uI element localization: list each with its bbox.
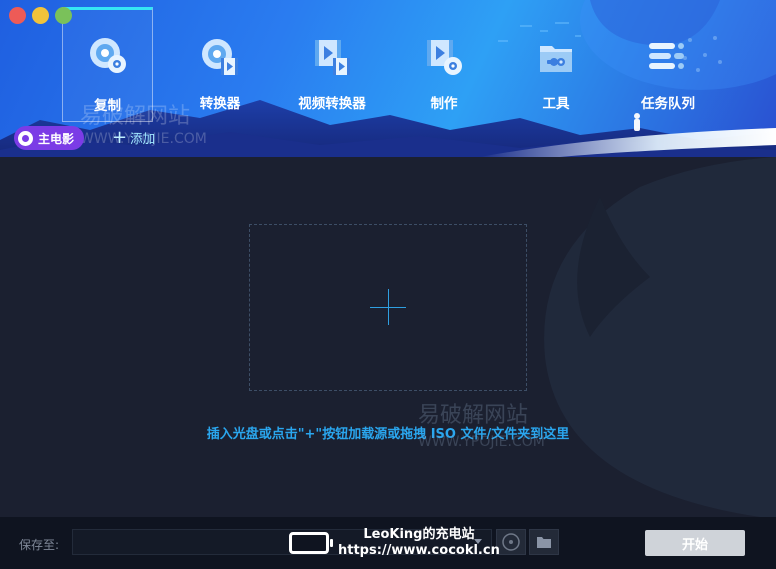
task-queue-icon xyxy=(649,43,684,69)
overlay-line-1: LeoKing的充电站 xyxy=(363,527,475,542)
tab-converter[interactable]: 转换器 xyxy=(165,8,275,116)
zoom-window-button[interactable] xyxy=(55,7,72,24)
iso-icon xyxy=(502,533,520,551)
browse-folder-button[interactable] xyxy=(529,529,559,555)
drop-hint-text: 插入光盘或点击"+"按钮加载源或拖拽 ISO 文件/文件夹到这里 xyxy=(206,427,570,442)
footer-bar: 保存至: 开始 LeoKing的充电站 https://www.cocokl.c… xyxy=(0,517,776,569)
tab-tools[interactable]: 工具 xyxy=(501,8,611,116)
tab-video-converter[interactable]: 视频转换器 xyxy=(277,8,387,116)
main-movie-label: 主电影 xyxy=(38,131,75,146)
disc-icon xyxy=(18,130,33,146)
folder-icon xyxy=(537,537,551,548)
video-disc-create-icon xyxy=(427,40,462,75)
app-window: 复制 转换器 视频转换器 制作 工具 任务队列 易破解网站 WWW.YPOJIE… xyxy=(0,0,776,569)
watermark-url-center: WWW.YPOJIE.COM xyxy=(418,434,545,450)
tab-task-queue[interactable]: 任务队列 xyxy=(613,8,723,116)
tab-copy[interactable]: 复制 xyxy=(62,7,153,122)
tab-create[interactable]: 制作 xyxy=(389,8,499,116)
disc-copy-icon xyxy=(89,38,126,73)
tab-task-queue-label: 任务队列 xyxy=(641,96,695,112)
add-source-button[interactable]: + 添加 xyxy=(112,128,155,147)
overlay-watermark: LeoKing的充电站 https://www.cocokl.cn xyxy=(338,527,500,559)
save-as-iso-button[interactable] xyxy=(496,529,526,555)
tab-video-converter-label: 视频转换器 xyxy=(298,96,366,112)
tab-create-label: 制作 xyxy=(430,96,458,112)
plus-icon: + xyxy=(112,126,128,148)
start-button[interactable]: 开始 xyxy=(645,530,745,556)
header-toolbar: 复制 转换器 视频转换器 制作 工具 任务队列 易破解网站 WWW.YPOJIE… xyxy=(0,0,776,157)
tab-converter-label: 转换器 xyxy=(199,96,241,112)
window-controls xyxy=(9,7,72,24)
add-source-label: 添加 xyxy=(130,131,156,146)
close-window-button[interactable] xyxy=(9,7,26,24)
watermark-text-center: 易破解网站 xyxy=(418,403,529,428)
video-convert-icon xyxy=(315,40,350,75)
tab-tools-label: 工具 xyxy=(542,96,570,112)
toolbox-icon xyxy=(540,46,572,72)
main-nav: 复制 转换器 视频转换器 制作 工具 任务队列 xyxy=(0,0,776,122)
drop-zone[interactable] xyxy=(249,224,527,391)
content-area: 易破解网站 WWW.YPOJIE.COM 插入光盘或点击"+"按钮加载源或拖拽 … xyxy=(0,157,776,517)
overlay-line-2: https://www.cocokl.cn xyxy=(338,543,500,558)
main-movie-button[interactable]: 主电影 xyxy=(14,126,85,150)
disc-convert-icon xyxy=(202,39,238,75)
save-to-label: 保存至: xyxy=(19,538,60,552)
minimize-window-button[interactable] xyxy=(32,7,49,24)
battery-icon xyxy=(289,532,333,554)
tab-copy-label: 复制 xyxy=(94,98,121,114)
